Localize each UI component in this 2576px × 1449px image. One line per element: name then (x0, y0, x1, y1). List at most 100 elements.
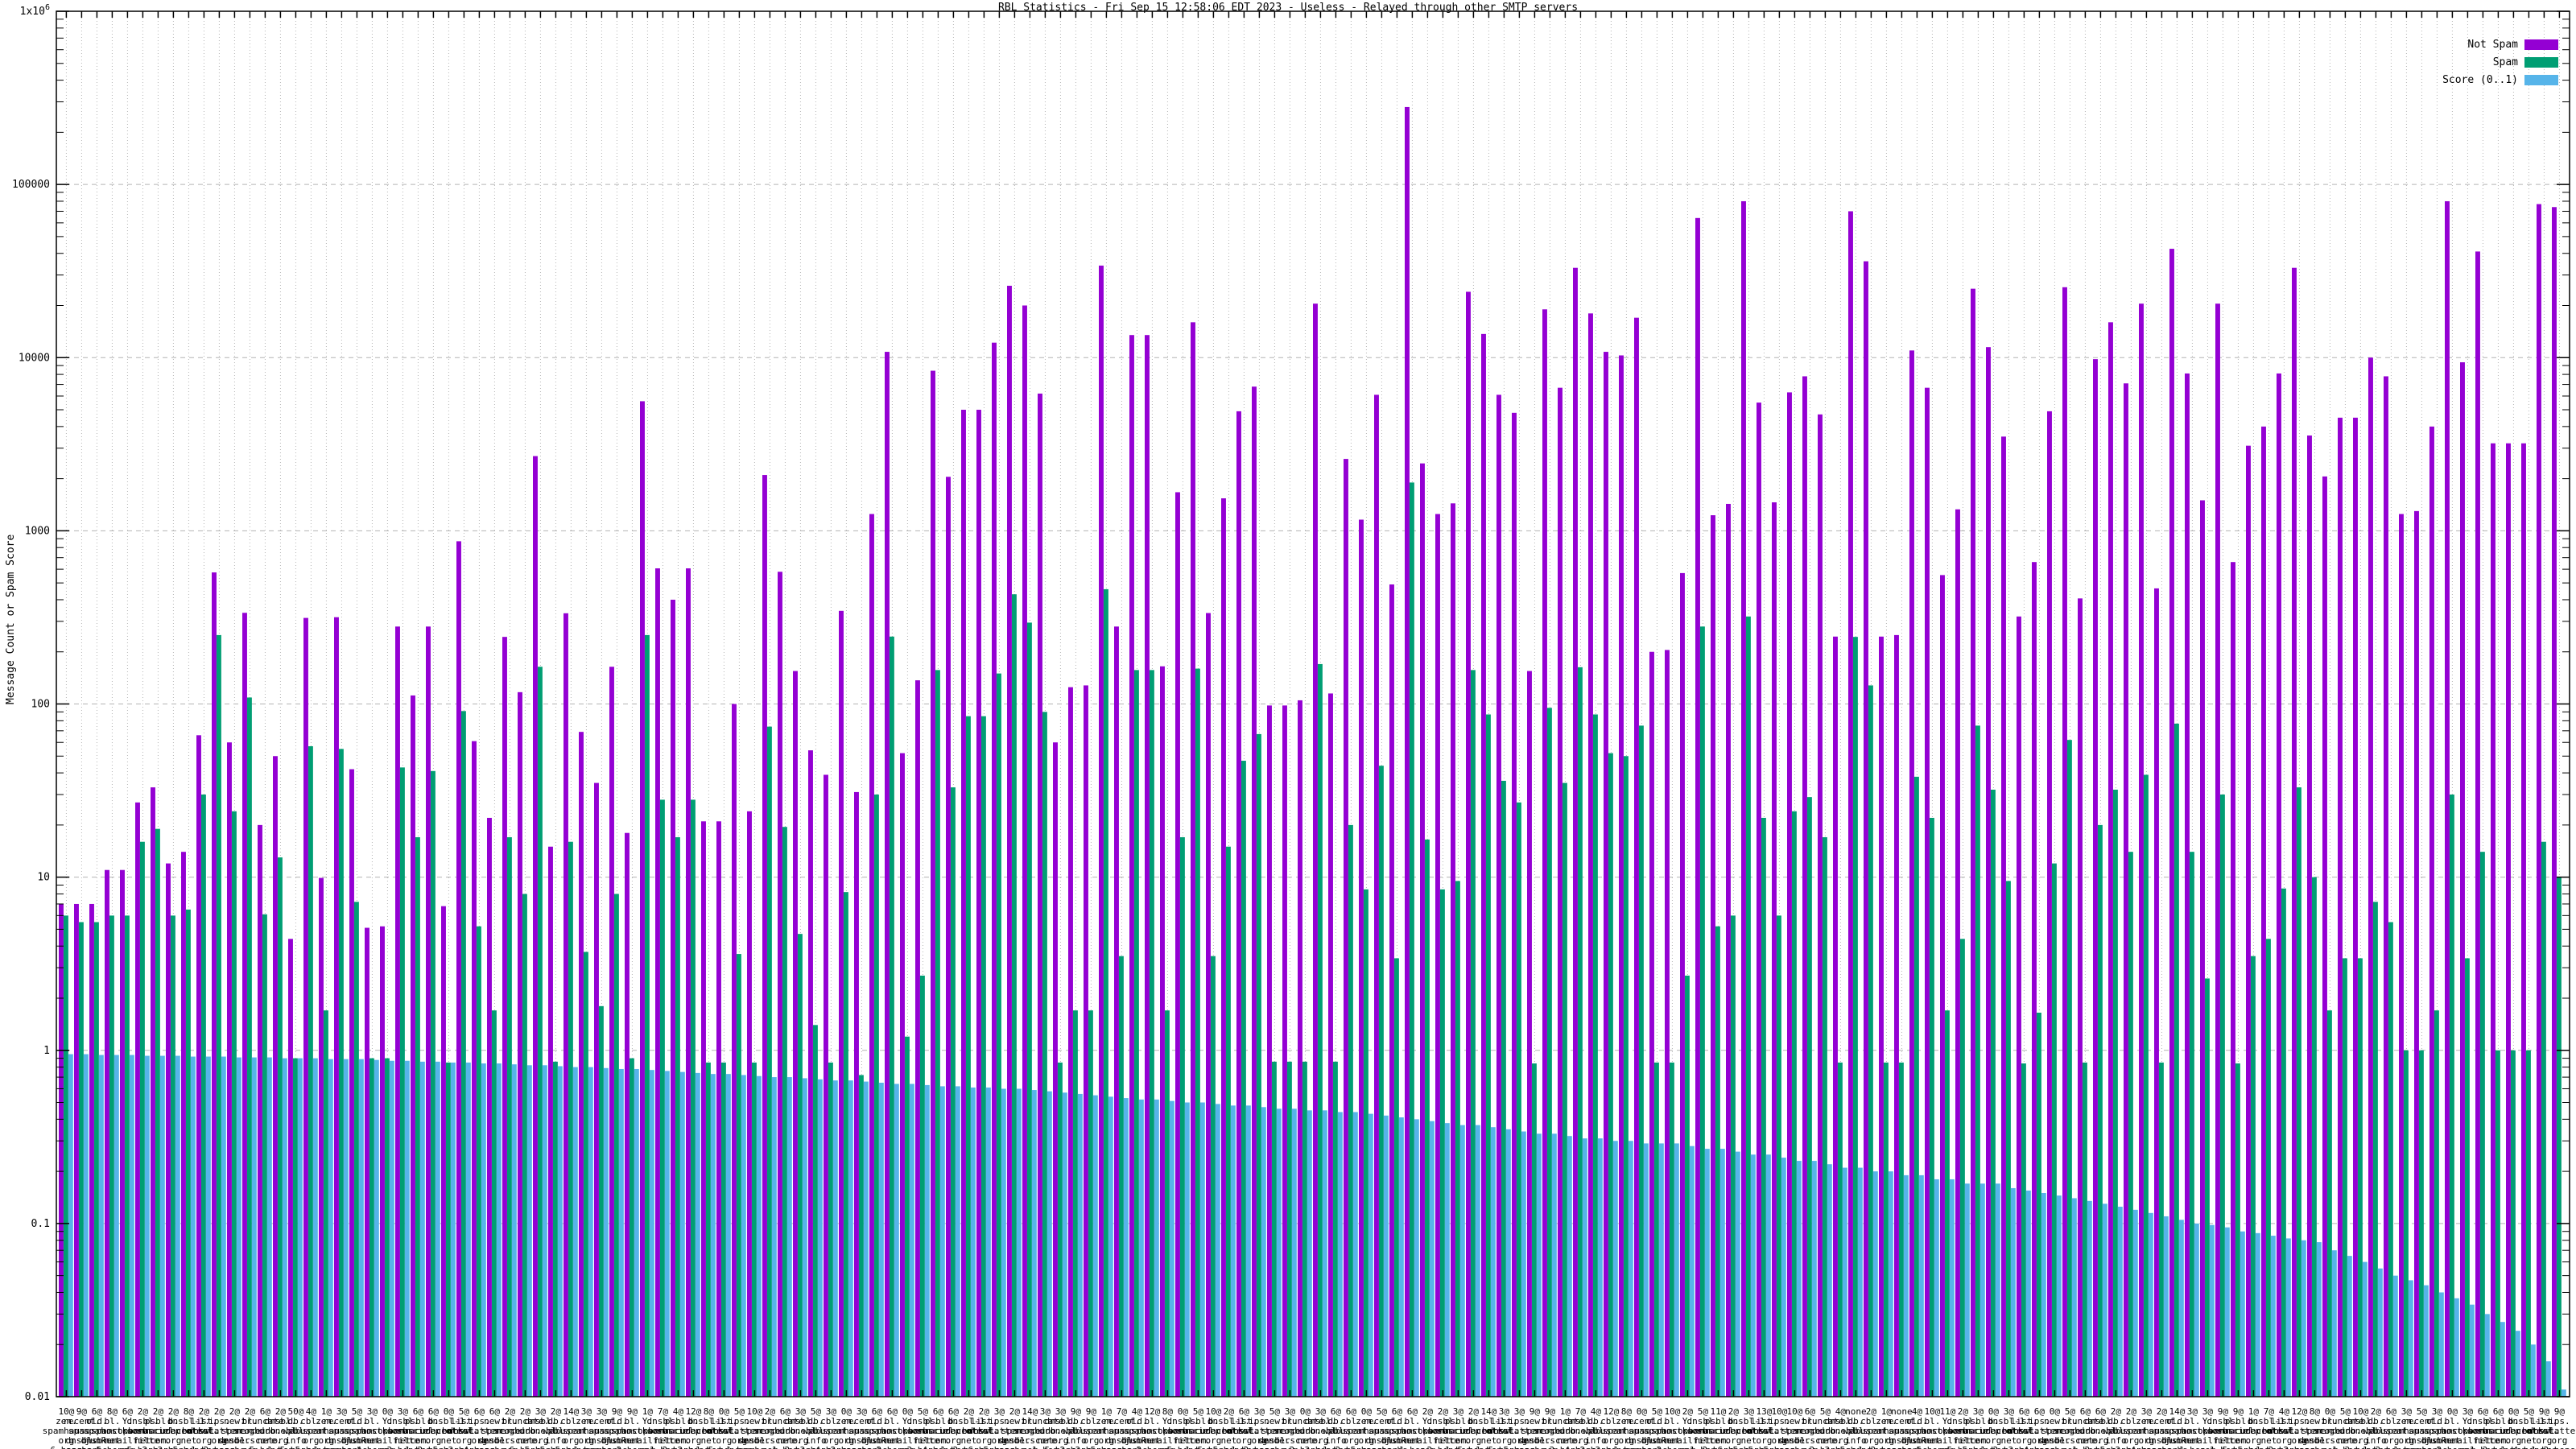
bar-score (328, 1059, 333, 1397)
bar-spam (919, 975, 925, 1397)
bar-spam (720, 1062, 726, 1397)
bar-score (1551, 1133, 1557, 1397)
bar-score (2087, 1200, 2092, 1397)
bar-spam (2372, 902, 2378, 1397)
bar-spam (858, 1075, 864, 1397)
bar-spam (2541, 841, 2546, 1397)
bar-spam (2082, 1062, 2087, 1397)
bar-score (1582, 1138, 1587, 1397)
bar-spam (415, 837, 420, 1397)
bar-spam (399, 767, 405, 1397)
bar-spam (170, 915, 175, 1397)
bar-not-spam (2384, 376, 2388, 1397)
bar-not-spam (2078, 598, 2083, 1397)
bar-spam (491, 1010, 497, 1397)
bar-score (1169, 1100, 1174, 1397)
bar-not-spam (1145, 335, 1150, 1397)
bar-not-spam (135, 802, 140, 1397)
bar-spam (2296, 787, 2301, 1397)
bar-score (2362, 1261, 2368, 1397)
bar-score (83, 1054, 89, 1397)
bar-score (1322, 1110, 1327, 1397)
bar-not-spam (1481, 333, 1486, 1397)
bar-score (297, 1058, 303, 1397)
bar-spam (522, 894, 527, 1397)
bar-spam (384, 1058, 390, 1397)
bar-spam (2449, 794, 2454, 1397)
bar-not-spam (502, 637, 507, 1397)
bar-spam (1286, 1061, 1292, 1397)
bar-spam (2510, 1050, 2516, 1397)
bar-not-spam (212, 572, 217, 1397)
bar-score (266, 1057, 272, 1397)
bar-spam (63, 915, 68, 1397)
bar-spam (736, 954, 741, 1397)
bar-not-spam (105, 869, 109, 1397)
bar-not-spam (1542, 309, 1547, 1397)
bar-spam (2403, 1050, 2409, 1397)
bar-not-spam (303, 617, 308, 1397)
bar-spam (1898, 1062, 1904, 1397)
bar-not-spam (1084, 685, 1088, 1397)
bar-not-spam (2322, 476, 2327, 1397)
bar-spam (2143, 774, 2149, 1397)
bar-spam (246, 697, 252, 1397)
bar-not-spam (1160, 666, 1165, 1397)
bar-score (2255, 1232, 2260, 1397)
bar-spam (124, 915, 130, 1397)
bar-not-spam (1665, 650, 1670, 1397)
bar-spam (2434, 1010, 2439, 1397)
bar-score (786, 1077, 792, 1397)
bar-score (1459, 1125, 1465, 1397)
bar-spam (629, 1058, 634, 1397)
bar-not-spam (120, 869, 125, 1397)
bar-not-spam (1833, 636, 1838, 1397)
bar-not-spam (2261, 426, 2266, 1397)
bar-not-spam (1680, 572, 1685, 1397)
bar-not-spam (548, 846, 553, 1397)
legend-row-not-spam: Not Spam (2442, 35, 2558, 53)
bar-not-spam (1772, 502, 1777, 1397)
bar-not-spam (747, 811, 752, 1397)
bar-not-spam (1267, 705, 1272, 1397)
bar-score (2224, 1227, 2230, 1397)
bar-score (496, 1063, 502, 1397)
bar-score (2408, 1280, 2413, 1397)
bar-not-spam (426, 626, 431, 1397)
bar-spam (2342, 958, 2347, 1397)
bar-score (1398, 1117, 1404, 1397)
bar-spam (506, 837, 512, 1397)
bar-spam (1761, 817, 1766, 1397)
bar-score (2469, 1304, 2475, 1397)
bar-not-spam (793, 671, 798, 1397)
bar-spam (659, 799, 665, 1397)
bar-spam (369, 1058, 374, 1397)
bar-spam (1638, 725, 1644, 1397)
bar-spam (1868, 685, 1873, 1397)
bar-not-spam (2093, 359, 2098, 1397)
bar-not-spam (1573, 267, 1578, 1397)
bar-not-spam (1879, 636, 1884, 1397)
bar-score (343, 1059, 349, 1397)
y-tick-label: 100 (31, 699, 50, 711)
bar-not-spam (2537, 204, 2541, 1397)
bar-not-spam (2017, 616, 2021, 1397)
bar-spam (109, 915, 114, 1397)
bar-not-spam (533, 456, 538, 1397)
bar-score (1092, 1095, 1098, 1397)
bar-score (649, 1070, 654, 1397)
bar-spam (139, 841, 145, 1397)
bar-spam (1531, 1063, 1537, 1397)
bar-score (1123, 1098, 1129, 1397)
bar-spam (2265, 939, 2271, 1397)
bar-spam (1791, 811, 1797, 1397)
bar-score (1307, 1110, 1312, 1397)
bar-not-spam (1711, 515, 1715, 1397)
bar-not-spam (2139, 303, 2144, 1397)
bar-spam (705, 1062, 711, 1397)
bar-not-spam (778, 572, 782, 1397)
bar-score (2209, 1224, 2215, 1397)
bar-spam (766, 726, 772, 1397)
bar-score (1414, 1119, 1419, 1397)
bar-spam (2128, 852, 2133, 1397)
